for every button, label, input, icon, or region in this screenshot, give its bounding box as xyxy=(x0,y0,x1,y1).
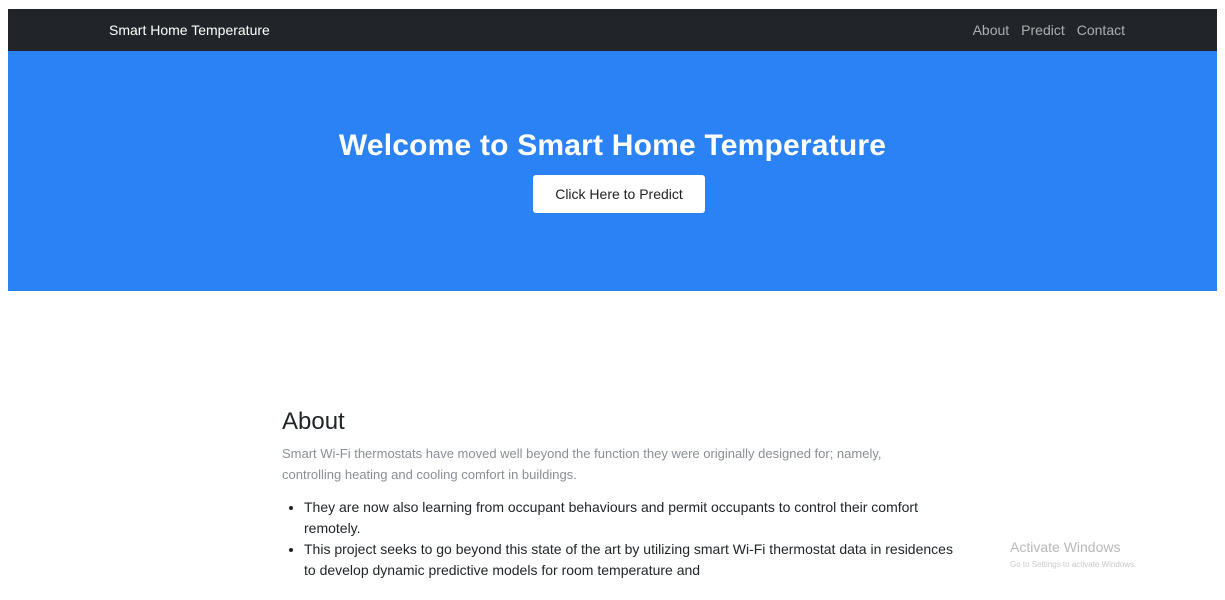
list-item: They are now also learning from occupant… xyxy=(304,497,964,539)
navbar: Smart Home Temperature About Predict Con… xyxy=(8,9,1217,51)
nav-link-contact[interactable]: Contact xyxy=(1077,9,1125,51)
about-list: They are now also learning from occupant… xyxy=(282,497,964,581)
navbar-brand[interactable]: Smart Home Temperature xyxy=(109,9,270,51)
about-section: About Smart Wi-Fi thermostats have moved… xyxy=(282,405,982,581)
nav-link-predict[interactable]: Predict xyxy=(1021,9,1065,51)
list-item: This project seeks to go beyond this sta… xyxy=(304,539,964,581)
page: Smart Home Temperature About Predict Con… xyxy=(0,0,1225,600)
activate-windows-title: Activate Windows xyxy=(1010,539,1121,555)
hero-title: Welcome to Smart Home Temperature xyxy=(338,129,887,162)
nav-link-about[interactable]: About xyxy=(973,9,1010,51)
predict-button[interactable]: Click Here to Predict xyxy=(533,175,705,213)
hero-banner: Welcome to Smart Home Temperature Click … xyxy=(8,51,1217,291)
about-lead: Smart Wi-Fi thermostats have moved well … xyxy=(282,446,882,482)
activate-windows-subtitle: Go to Settings to activate Windows. xyxy=(1010,560,1137,569)
nav-links: About Predict Contact xyxy=(973,9,1125,51)
about-title: About xyxy=(282,408,345,435)
